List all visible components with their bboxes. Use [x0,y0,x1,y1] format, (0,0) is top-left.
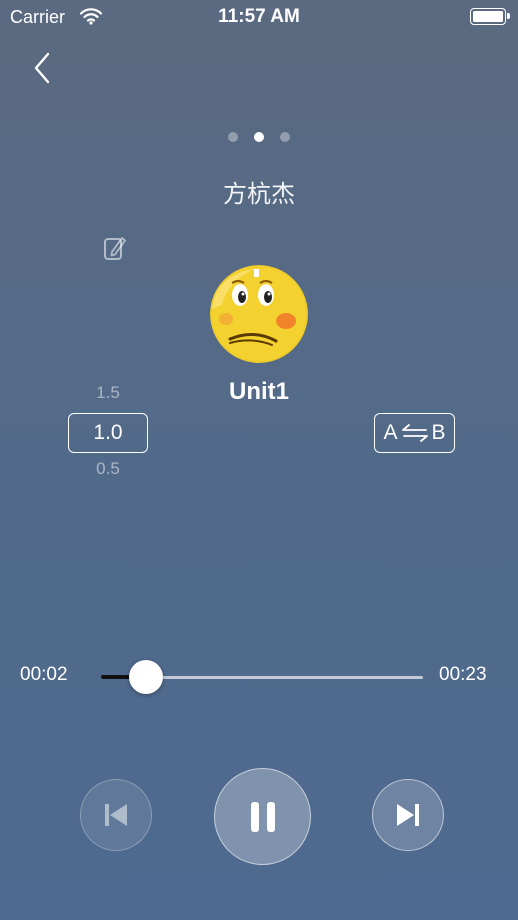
battery-icon [470,8,510,25]
ab-start-label: A [383,421,398,444]
next-button[interactable] [372,779,444,851]
status-time: 11:57 AM [218,6,300,27]
emoji-avatar [210,265,308,363]
previous-button[interactable] [80,779,152,851]
skip-next-icon [397,804,419,826]
total-time: 00:23 [439,664,487,685]
speed-option-higher[interactable]: 1.5 [68,383,148,403]
status-bar: Carrier 11:57 AM [0,0,518,34]
chevron-left-icon [34,52,50,84]
speed-selector[interactable]: 1.0 [68,413,148,453]
speed-option-lower[interactable]: 0.5 [68,459,148,479]
edit-note-icon[interactable] [102,234,128,262]
pause-icon [250,801,275,832]
page-dot-active[interactable] [254,132,264,142]
page-indicator[interactable] [0,132,518,142]
page-title: 方杭杰 [223,180,295,208]
skip-previous-icon [105,804,127,826]
ab-end-label: B [431,421,446,444]
elapsed-time: 00:02 [20,664,68,685]
progress-thumb[interactable] [129,660,164,694]
swap-arrows-icon [401,424,428,442]
avatar [210,265,308,363]
pause-button[interactable] [214,768,311,865]
back-button[interactable] [28,50,60,86]
page-dot[interactable] [280,132,290,142]
ab-repeat-button[interactable]: A B [374,413,455,453]
page-dot[interactable] [228,132,238,142]
